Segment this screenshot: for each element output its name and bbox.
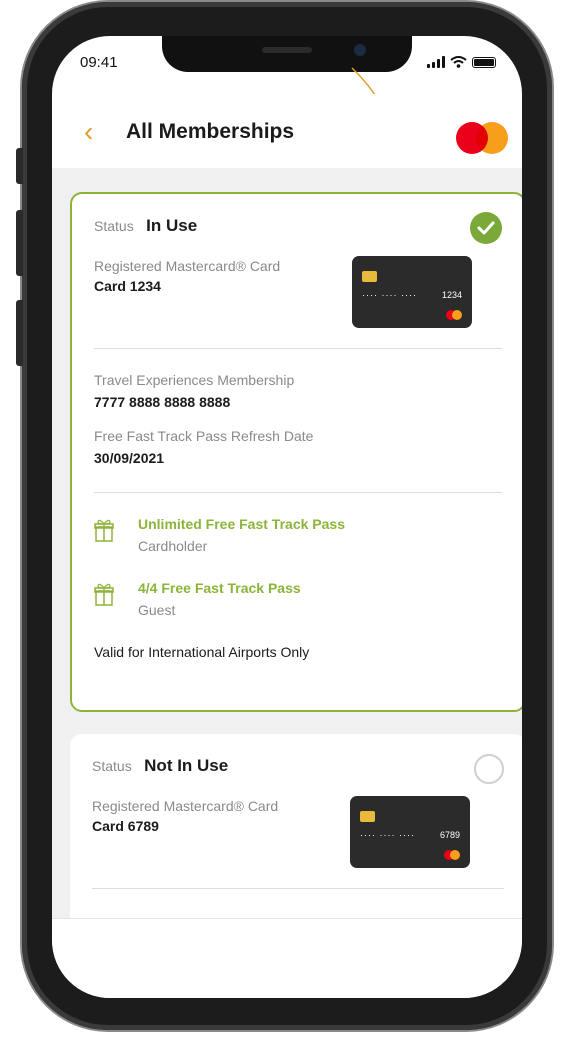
status-value: In Use [146,216,198,235]
card-thumbnail: ···· ···· ···· 1234 [352,256,472,328]
benefit-subtitle: Guest [138,602,176,618]
status-row: Status Not In Use [92,756,228,776]
divider [94,492,502,493]
registered-card-name: Card 1234 [94,278,161,294]
refresh-field: Free Fast Track Pass Refresh Date 30/09/… [94,428,313,466]
registered-card-label: Registered Mastercard® Card [92,798,279,814]
card-last4: 6789 [439,830,460,840]
card-thumbnail: ···· ···· ···· 6789 [350,796,470,868]
card-mask: ···· ···· ···· [360,830,415,840]
membership-card-inactive[interactable]: Status Not In Use Registered Mastercard®… [70,734,522,918]
phone-volume-down-button [16,300,23,366]
benefit-subtitle: Cardholder [138,538,208,554]
mastercard-mini-icon [444,850,460,860]
registered-card-label: Registered Mastercard® Card [94,258,281,274]
status-label: Status [92,758,132,774]
status-row: Status In Use [94,216,197,236]
refresh-label: Free Fast Track Pass Refresh Date [94,428,314,444]
membership-field: Travel Experiences Membership 7777 8888 … [94,372,294,410]
card-mask: ···· ···· ···· [362,290,417,300]
refresh-date: 30/09/2021 [94,450,165,466]
memberships-list[interactable]: Status In Use Registered Mastercard® Car… [52,168,522,918]
gift-icon [94,583,114,606]
benefit-title: Unlimited Free Fast Track Pass [138,516,345,532]
app-header: ‹ All Memberships [52,94,522,168]
back-chevron-icon[interactable]: ‹ [84,118,93,146]
divider [92,888,504,889]
status-label: Status [94,218,134,234]
phone-mute-button [16,148,23,184]
bottom-area [52,918,522,998]
benefit-title: 4/4 Free Fast Track Pass [138,580,301,596]
benefit-item: 4/4 Free Fast Track Pass Guest [94,580,494,624]
divider [94,348,502,349]
phone-volume-up-button [16,210,23,276]
registered-card-info: Registered Mastercard® Card Card 1234 [94,258,280,294]
app-screen: 09:41 ‹ All Memberships Status In Use Re… [52,36,522,998]
status-value: Not In Use [144,756,229,775]
registered-card-info: Registered Mastercard® Card Card 6789 [92,798,278,834]
page-title: All Memberships [126,120,295,143]
membership-card-active[interactable]: Status In Use Registered Mastercard® Car… [70,192,522,712]
benefit-item: Unlimited Free Fast Track Pass Cardholde… [94,516,494,560]
registered-card-name: Card 6789 [92,818,159,834]
gift-icon [94,519,114,542]
mastercard-mini-icon [446,310,462,320]
card-last4: 1234 [441,290,462,300]
select-radio[interactable] [474,754,504,784]
card-chip-icon [360,811,375,822]
membership-label: Travel Experiences Membership [94,372,295,388]
mastercard-logo [456,122,508,154]
validity-note: Valid for International Airports Only [94,644,310,660]
selected-check-icon[interactable] [470,212,502,244]
card-chip-icon [362,271,377,282]
membership-number: 7777 8888 8888 8888 [94,394,231,410]
